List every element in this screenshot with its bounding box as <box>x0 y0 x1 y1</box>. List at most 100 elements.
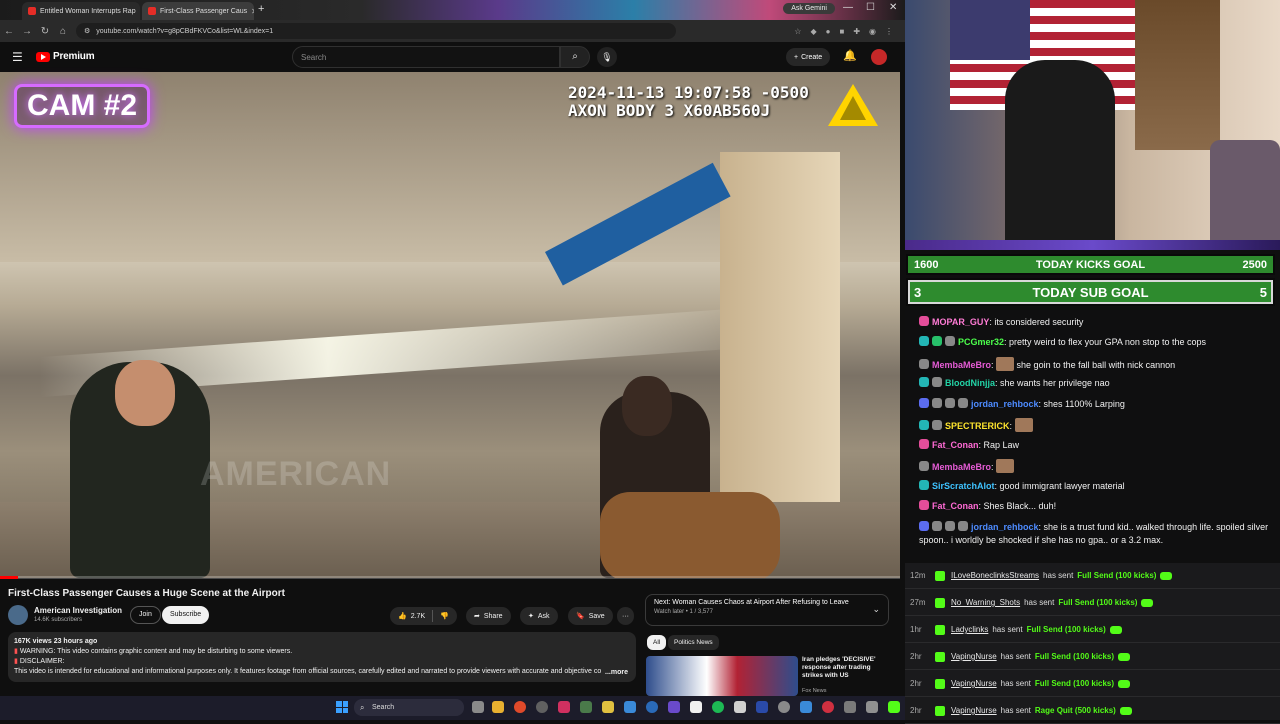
chat-username[interactable]: BloodNinjja <box>945 378 995 388</box>
app-icon[interactable] <box>844 701 856 713</box>
recommended-channel[interactable]: Fox News <box>802 688 826 694</box>
chat-username[interactable]: MOPAR_GUY <box>932 317 989 327</box>
kicks-gift-icon <box>1110 626 1122 634</box>
chat-username[interactable]: Fat_Conan <box>932 501 979 511</box>
kick-event-row: 2hrVapingNursehas sentRage Quit (500 kic… <box>905 698 1280 724</box>
kicks-gift-icon <box>1120 707 1132 715</box>
app-icon[interactable] <box>756 701 768 713</box>
subscribe-button[interactable]: Subscribe <box>162 606 209 624</box>
save-button[interactable]: 🔖 Save <box>568 607 613 625</box>
puzzle-extensions-icon[interactable]: ✚ <box>853 27 860 36</box>
chat-username[interactable]: MembaMeBro <box>932 360 991 370</box>
thumbs-down-icon[interactable]: 👎 <box>440 612 449 620</box>
telegram-icon[interactable] <box>624 701 636 713</box>
kick-app-icon[interactable] <box>888 701 900 713</box>
hamburger-menu-icon[interactable]: ☰ <box>12 50 23 64</box>
app-icon[interactable] <box>580 701 592 713</box>
create-button[interactable]: + Create <box>786 48 830 66</box>
event-gift: Full Send (100 kicks) <box>1077 571 1156 580</box>
site-info-icon[interactable]: ⚙ <box>84 27 90 35</box>
video-player[interactable] <box>0 72 900 578</box>
channel-avatar[interactable] <box>8 605 28 625</box>
close-tab-icon[interactable]: ✕ <box>251 7 254 16</box>
minimize-button[interactable]: — <box>843 2 853 13</box>
app-icon[interactable] <box>800 701 812 713</box>
playlist-up-next[interactable]: Next: Woman Causes Chaos at Airport Afte… <box>645 594 889 626</box>
event-user[interactable]: ILoveBoneclinksStreams <box>951 571 1039 580</box>
close-window-button[interactable]: ✕ <box>889 2 897 13</box>
chat-username[interactable]: SPECTRERICK <box>945 421 1010 431</box>
ask-label: Ask <box>538 613 550 620</box>
chat-username[interactable]: MembaMeBro <box>932 462 991 472</box>
event-user[interactable]: VapingNurse <box>951 652 997 661</box>
app-icon[interactable] <box>668 701 680 713</box>
show-more-link[interactable]: ...more <box>601 668 628 678</box>
app-icon[interactable] <box>690 701 702 713</box>
edge-icon[interactable] <box>646 701 658 713</box>
sparkle-icon: ✦ <box>528 612 534 620</box>
account-avatar[interactable] <box>871 49 887 65</box>
home-icon[interactable]: ⌂ <box>54 26 72 37</box>
taskbar-search[interactable]: ⌕ Search <box>354 699 464 716</box>
browser-tab-1[interactable]: Entitled Woman Interrupts Rap ✕ <box>22 2 140 20</box>
event-user[interactable]: VapingNurse <box>951 706 997 715</box>
extension-icon[interactable]: ◆ <box>810 27 816 36</box>
share-button[interactable]: ➦ Share <box>466 607 511 625</box>
voice-search-button[interactable]: 🎙 <box>597 47 617 67</box>
app-icon[interactable] <box>778 701 790 713</box>
description-box[interactable]: 167K views 23 hours ago ▮ WARNING: This … <box>8 632 636 682</box>
forward-arrow-icon[interactable]: → <box>18 26 36 37</box>
chevron-down-icon[interactable]: ⌄ <box>872 604 880 615</box>
app-icon[interactable] <box>822 701 834 713</box>
chat-username[interactable]: PCGmer32 <box>958 337 1004 347</box>
kicks-gift-icon <box>1118 653 1130 661</box>
maximize-button[interactable]: ☐ <box>866 2 875 13</box>
windows-start-icon[interactable] <box>336 701 348 713</box>
like-button[interactable]: 👍 2.7K 👎 <box>390 607 457 625</box>
chat-username[interactable]: jordan_rehbock <box>971 522 1039 532</box>
chrome-icon[interactable] <box>514 701 526 713</box>
menu-dots-icon[interactable]: ⋮ <box>885 27 893 36</box>
youtube-logo[interactable]: Premium <box>36 51 94 62</box>
event-user[interactable]: No_Warning_Shots <box>951 598 1020 607</box>
address-bar[interactable]: ⚙ youtube.com/watch?v=g8pCBdFKVCo&list=W… <box>76 23 676 39</box>
app-icon[interactable] <box>734 701 746 713</box>
profile-icon[interactable]: ◉ <box>869 27 876 36</box>
extension-icon[interactable]: ■ <box>839 27 844 36</box>
browser-tab-2[interactable]: First-Class Passenger Caus ✕ <box>142 2 254 20</box>
join-button[interactable]: Join <box>130 606 161 624</box>
notifications-bell-icon[interactable]: 🔔 <box>843 49 857 62</box>
video-progress-bar[interactable] <box>0 576 900 579</box>
chip-politics-news[interactable]: Politics News <box>668 635 719 650</box>
search-button[interactable]: ⌕ <box>560 46 590 68</box>
chat-message: Fat_Conan: Shes Black... duh! <box>919 500 1274 513</box>
folder-icon[interactable] <box>602 701 614 713</box>
extension-icon[interactable]: ● <box>826 27 831 36</box>
app-icon[interactable] <box>866 701 878 713</box>
kick-logo-icon <box>935 625 945 635</box>
chat-username[interactable]: jordan_rehbock <box>971 399 1039 409</box>
chat-badge-icon <box>919 377 929 387</box>
task-view-icon[interactable] <box>472 701 484 713</box>
search-input[interactable]: Search <box>292 46 560 68</box>
chat-username[interactable]: Fat_Conan <box>932 440 979 450</box>
more-actions-button[interactable]: ··· <box>617 607 634 625</box>
spotify-icon[interactable] <box>712 701 724 713</box>
event-user[interactable]: VapingNurse <box>951 679 997 688</box>
chat-username[interactable]: SirScratchAlot <box>932 481 995 491</box>
bookmark-star-icon[interactable]: ☆ <box>794 27 801 36</box>
channel-watermark: AMERICAN <box>200 455 391 494</box>
settings-gear-icon[interactable] <box>536 701 548 713</box>
channel-name[interactable]: American Investigation <box>34 606 122 615</box>
reload-icon[interactable]: ↻ <box>36 26 54 37</box>
chip-all[interactable]: All <box>647 635 666 650</box>
new-tab-button[interactable]: + <box>258 3 264 15</box>
back-arrow-icon[interactable]: ← <box>0 26 18 37</box>
file-explorer-icon[interactable] <box>492 701 504 713</box>
recommended-thumbnail[interactable] <box>646 656 798 696</box>
ask-gemini-button[interactable]: Ask Gemini <box>783 3 835 14</box>
recommended-title[interactable]: Iran pledges 'DECISIVE' response after t… <box>802 656 892 680</box>
event-user[interactable]: Ladyclinks <box>951 625 988 634</box>
app-icon[interactable] <box>558 701 570 713</box>
ask-button[interactable]: ✦ Ask <box>520 607 558 625</box>
